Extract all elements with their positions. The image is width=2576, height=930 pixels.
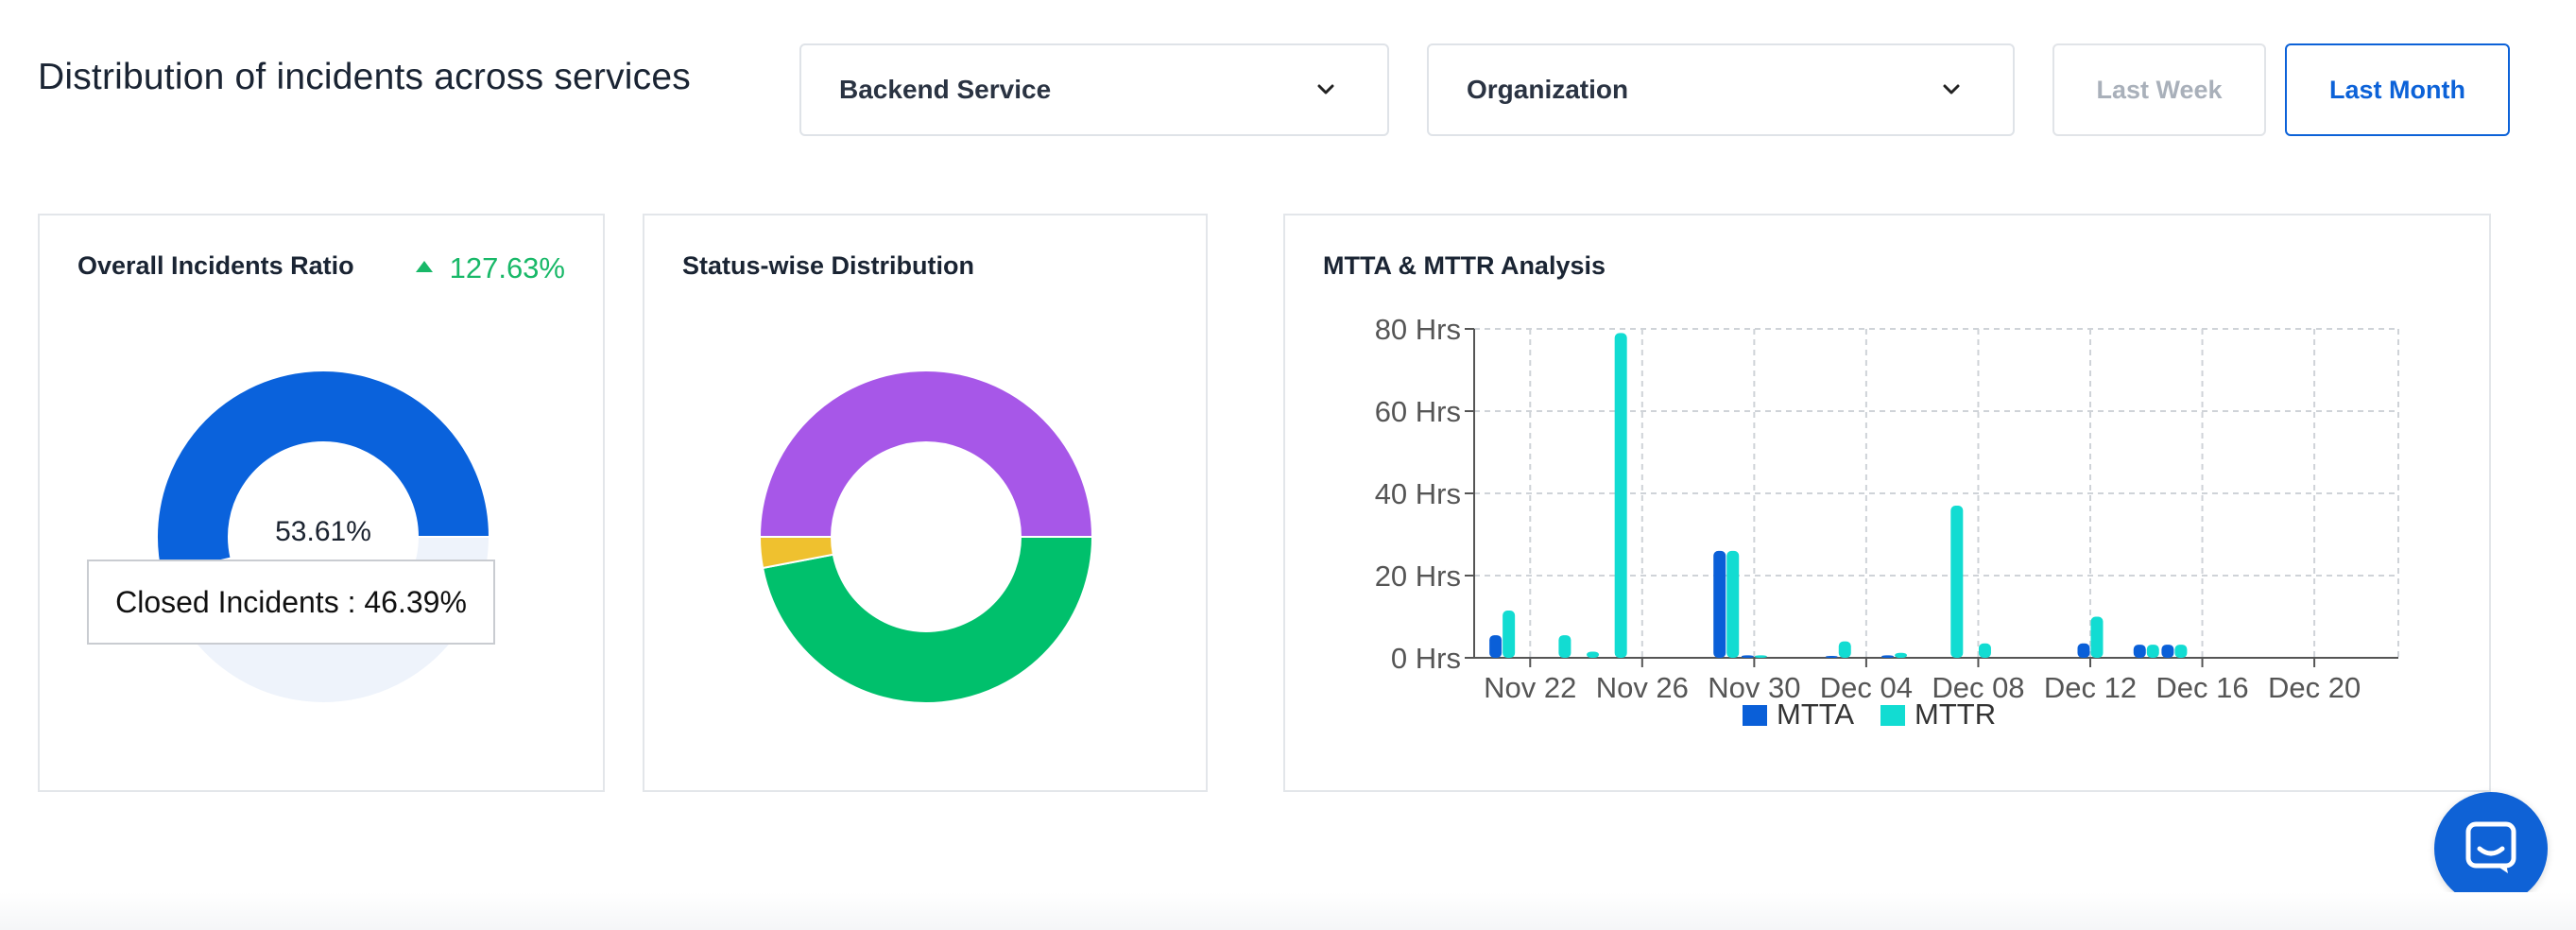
page-bottom-shadow [0,892,2576,930]
y-tick-label: 20 Hrs [1375,560,1461,593]
mttr-bar[interactable] [1950,506,1964,658]
chat-launcher-button[interactable] [2434,792,2548,905]
x-tick-label: Dec 16 [2155,671,2248,704]
donut-center-value: 53.61% [275,516,371,547]
overall-incidents-ratio-card: Overall Incidents Ratio 127.63% 53.61% C… [38,214,605,792]
mtta-bar[interactable] [1489,635,1503,658]
status-distribution-card: Status-wise Distribution [643,214,1208,792]
mtta-bar[interactable] [1713,550,1726,658]
status-donut [758,370,1094,704]
incidents-ratio-donut [156,370,491,704]
x-tick-label: Nov 22 [1484,671,1576,704]
mtta-mttr-bar-chart: 0 Hrs 20 Hrs 40 Hrs 60 Hrs 80 Hrs Nov 22 Nov 2… [1375,313,2399,731]
mtta-mttr-card: MTTA & MTTR Analysis 0 Hrs 20 Hrs 40 Hrs 60… [1283,214,2491,792]
x-tick-label: Dec 12 [2044,671,2137,704]
y-tick-label: 40 Hrs [1375,477,1461,510]
mtta-bar[interactable] [2133,645,2146,658]
y-tick-label: 60 Hrs [1375,395,1461,428]
last-month-button[interactable]: Last Month [2285,43,2510,136]
mttr-bar[interactable] [2090,616,2104,659]
mttr-bar[interactable] [1503,610,1516,658]
status-slice-0[interactable] [761,536,1094,704]
mtta-bar[interactable] [2161,645,2174,658]
mttr-bar[interactable] [2174,645,2188,658]
mtta-bar[interactable] [1881,655,1895,658]
service-dropdown[interactable]: Backend Service [799,43,1389,136]
mtta-bar[interactable] [1741,655,1754,658]
mttr-bar[interactable] [1895,652,1908,658]
y-tick-label: 0 Hrs [1391,642,1461,675]
service-dropdown-label: Backend Service [839,75,1052,104]
mttr-bar[interactable] [1978,643,1991,658]
chevron-down-icon [1317,84,1334,95]
legend-swatch [1743,705,1767,726]
last-week-button[interactable]: Last Week [2052,43,2266,136]
legend-label[interactable]: MTTA [1777,698,1854,731]
y-tick-label: 80 Hrs [1375,313,1461,346]
mtta-bar[interactable] [2077,643,2090,658]
legend-swatch [1880,705,1905,726]
mttr-bar[interactable] [1614,333,1627,658]
chat-icon [2465,821,2516,873]
mttr-bar[interactable] [1754,655,1767,658]
page-title: Distribution of incidents across service… [38,57,691,97]
x-tick-label: Nov 26 [1596,671,1689,704]
mttr-bar[interactable] [1726,550,1740,658]
chart-tooltip: Closed Incidents : 46.39% [87,560,495,645]
mtta-bar[interactable] [1825,656,1838,658]
chevron-down-icon [1943,84,1960,95]
mttr-bar[interactable] [2146,645,2159,658]
status-slice-2[interactable] [758,370,1094,538]
mttr-bar[interactable] [1558,635,1571,658]
organization-dropdown[interactable]: Organization [1427,43,2015,136]
organization-dropdown-label: Organization [1467,75,1629,104]
x-tick-label: Dec 20 [2268,671,2361,704]
mttr-bar[interactable] [1838,641,1851,658]
mttr-bar[interactable] [1587,651,1600,658]
legend-label[interactable]: MTTR [1915,698,1996,731]
